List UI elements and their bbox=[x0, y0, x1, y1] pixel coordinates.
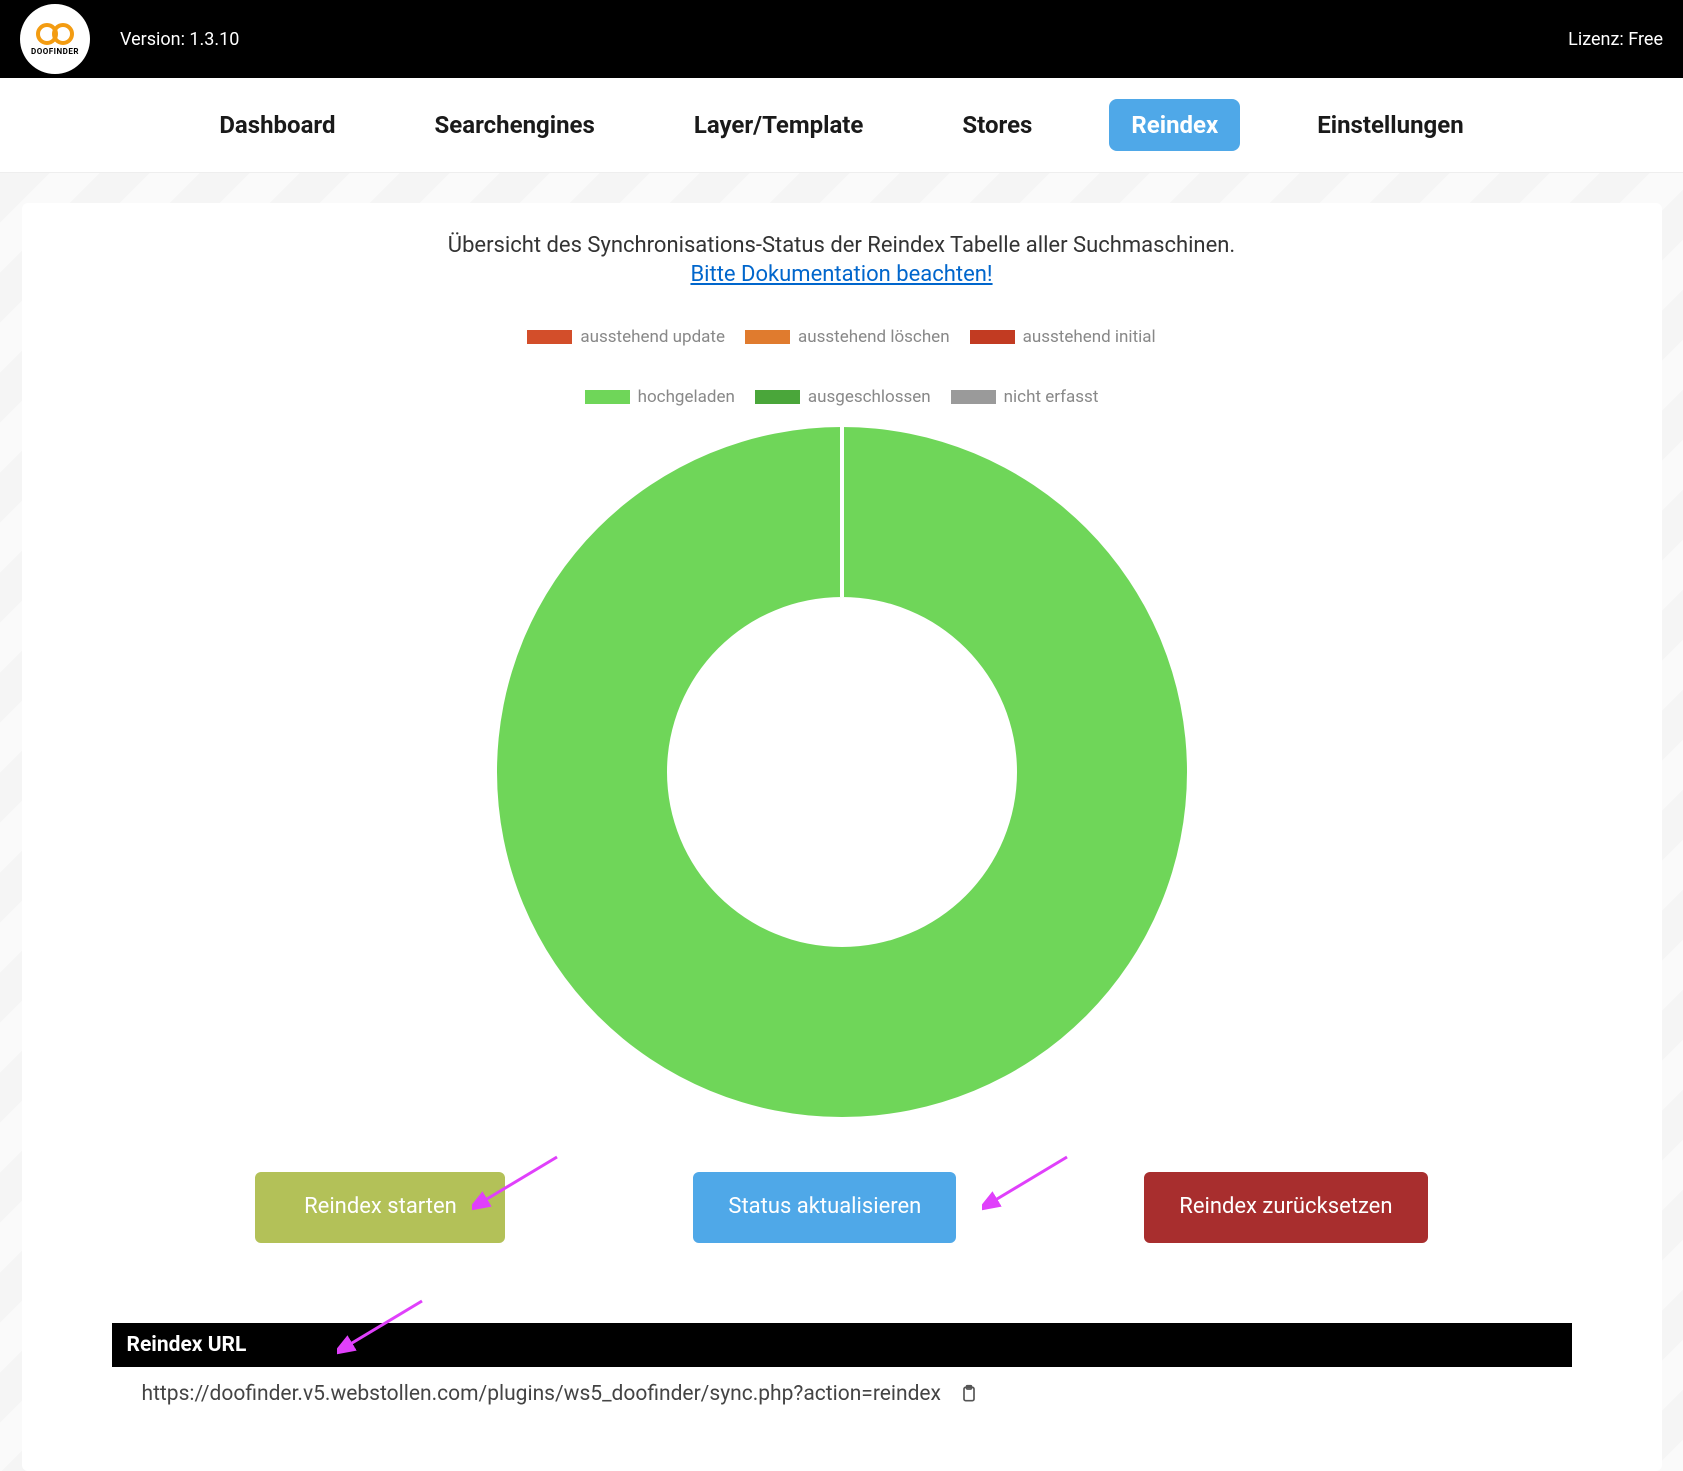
license-label: Lizenz: Free bbox=[1568, 29, 1663, 50]
button-row: Reindex starten Status aktualisieren Rei… bbox=[162, 1172, 1522, 1243]
documentation-link[interactable]: Bitte Dokumentation beachten! bbox=[112, 262, 1572, 287]
legend-item: ausstehend update bbox=[527, 327, 725, 347]
nav-bar: Dashboard Searchengines Layer/Template S… bbox=[0, 78, 1683, 173]
nav-searchengines[interactable]: Searchengines bbox=[413, 99, 617, 151]
nav-einstellungen[interactable]: Einstellungen bbox=[1295, 99, 1485, 151]
overview-text: Übersicht des Synchronisations-Status de… bbox=[112, 233, 1572, 258]
legend-item: ausstehend initial bbox=[970, 327, 1156, 347]
legend-item: ausstehend löschen bbox=[745, 327, 950, 347]
main-content: Übersicht des Synchronisations-Status de… bbox=[0, 173, 1683, 1471]
version-label: Version: 1.3.10 bbox=[120, 29, 239, 50]
top-bar-left: DOOFINDER Version: 1.3.10 bbox=[20, 4, 239, 74]
content-card: Übersicht des Synchronisations-Status de… bbox=[22, 203, 1662, 1471]
legend-swatch bbox=[745, 330, 790, 344]
status-refresh-button[interactable]: Status aktualisieren bbox=[693, 1172, 956, 1243]
reindex-url-header: Reindex URL bbox=[112, 1323, 1572, 1367]
legend-item: ausgeschlossen bbox=[755, 387, 931, 407]
legend-item: hochgeladen bbox=[585, 387, 735, 407]
logo-rings-icon bbox=[39, 23, 71, 45]
nav-dashboard[interactable]: Dashboard bbox=[197, 99, 357, 151]
nav-reindex[interactable]: Reindex bbox=[1109, 99, 1240, 151]
reindex-url-row: https://doofinder.v5.webstollen.com/plug… bbox=[112, 1367, 1572, 1421]
legend-label: ausstehend initial bbox=[1023, 327, 1156, 347]
nav-layer-template[interactable]: Layer/Template bbox=[672, 99, 886, 151]
legend-label: ausgeschlossen bbox=[808, 387, 931, 407]
annotation-arrow-icon bbox=[982, 1152, 1072, 1212]
clipboard-icon[interactable] bbox=[959, 1382, 979, 1406]
legend-swatch bbox=[585, 390, 630, 404]
legend-label: hochgeladen bbox=[638, 387, 735, 407]
legend-swatch bbox=[755, 390, 800, 404]
top-bar: DOOFINDER Version: 1.3.10 Lizenz: Free bbox=[0, 0, 1683, 78]
legend-swatch bbox=[527, 330, 572, 344]
legend-swatch bbox=[951, 390, 996, 404]
reindex-reset-button[interactable]: Reindex zurücksetzen bbox=[1144, 1172, 1427, 1243]
chart-legend: ausstehend update ausstehend löschen aus… bbox=[522, 327, 1162, 407]
nav-stores[interactable]: Stores bbox=[940, 99, 1054, 151]
legend-label: ausstehend löschen bbox=[798, 327, 950, 347]
reindex-url-value: https://doofinder.v5.webstollen.com/plug… bbox=[142, 1382, 941, 1406]
legend-swatch bbox=[970, 330, 1015, 344]
legend-item: nicht erfasst bbox=[951, 387, 1099, 407]
reindex-start-button[interactable]: Reindex starten bbox=[255, 1172, 505, 1243]
legend-label: nicht erfasst bbox=[1004, 387, 1099, 407]
logo[interactable]: DOOFINDER bbox=[20, 4, 90, 74]
legend-label: ausstehend update bbox=[580, 327, 725, 347]
logo-text: DOOFINDER bbox=[31, 47, 79, 56]
donut-chart bbox=[492, 422, 1192, 1122]
